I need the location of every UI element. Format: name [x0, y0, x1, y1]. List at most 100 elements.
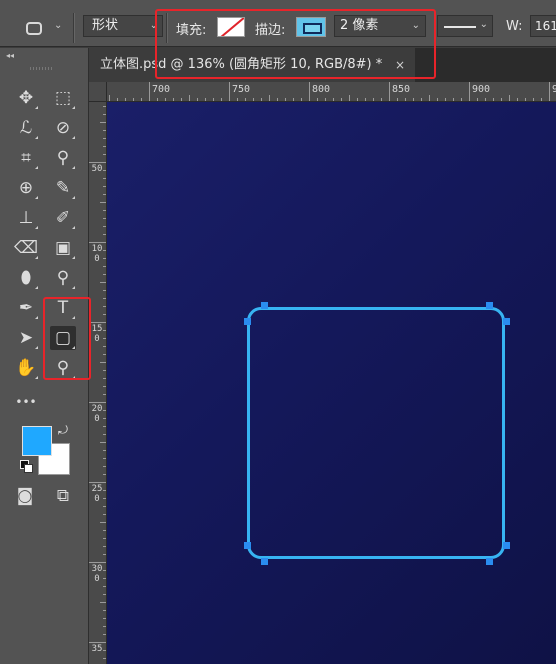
ruler-horizontal[interactable]: 700 750 800 850 900 95: [89, 82, 556, 102]
ruler-label: 700: [152, 84, 171, 95]
gradient-tool-icon[interactable]: ▣: [50, 236, 76, 260]
ruler-tick: [269, 95, 270, 101]
eyedropper-tool-icon[interactable]: ⚲: [50, 146, 76, 170]
ruler-tick: [89, 242, 106, 243]
lasso-tool-icon[interactable]: ℒ: [13, 116, 39, 140]
anchor-point[interactable]: [261, 558, 268, 565]
crop-tool-icon[interactable]: ⌗: [13, 146, 39, 170]
more-options-indicator: [35, 136, 38, 139]
ruler-label: 900: [472, 84, 491, 95]
move-tool-icon[interactable]: ✥: [13, 86, 39, 110]
anchor-point[interactable]: [486, 302, 493, 309]
more-options-indicator: [35, 226, 38, 229]
anchor-point[interactable]: [486, 558, 493, 565]
pen-tool-icon[interactable]: ✒: [13, 296, 39, 320]
hand-tool-icon[interactable]: ✋: [13, 356, 39, 380]
more-options-indicator: [72, 166, 75, 169]
screen-mode-icon[interactable]: ⧉: [50, 484, 76, 508]
anchor-point[interactable]: [503, 542, 510, 549]
ruler-tick: [509, 95, 510, 101]
ruler-tick: [469, 82, 470, 101]
healing-tool-icon[interactable]: ⊕: [13, 176, 39, 200]
ruler-vertical[interactable]: 50 100 150 200 250 300 35: [89, 102, 107, 664]
more-options-indicator: [72, 256, 75, 259]
more-options-indicator: [72, 106, 75, 109]
ruler-tick: [109, 95, 110, 101]
more-options-indicator: [35, 106, 38, 109]
ruler-label: 100: [91, 244, 103, 264]
tool-preset-picker[interactable]: ⌄: [18, 17, 62, 41]
ruler-tick: [100, 362, 106, 363]
ruler-tick: [100, 442, 106, 443]
ruler-tick: [549, 82, 550, 101]
document-canvas[interactable]: [107, 102, 556, 664]
ruler-tick: [229, 82, 230, 101]
ruler-label: 200: [91, 404, 103, 424]
more-options-indicator: [72, 286, 75, 289]
anchor-point[interactable]: [261, 302, 268, 309]
ruler-label: 800: [312, 84, 331, 95]
ruler-tick: [89, 402, 106, 403]
ruler-tick: [309, 82, 310, 101]
highlight-box: [155, 9, 436, 79]
ruler-label: 250: [91, 484, 103, 504]
ruler-tick: [100, 602, 106, 603]
tool-mode-select[interactable]: 形状 ⌄: [83, 15, 163, 37]
more-options-indicator: [72, 226, 75, 229]
ruler-tick: [100, 282, 106, 283]
stroke-type-select[interactable]: ⌄: [437, 15, 493, 37]
path-select-tool-icon[interactable]: ➤: [13, 326, 39, 350]
foreground-color-swatch[interactable]: [22, 426, 52, 456]
swap-colors-icon[interactable]: ⤾: [58, 423, 68, 438]
width-input[interactable]: 161: [530, 15, 556, 37]
chevron-down-icon: ⌄: [479, 19, 488, 30]
blur-tool-icon[interactable]: ⬮: [13, 266, 39, 290]
ruler-label: 150: [91, 324, 103, 344]
more-options-indicator: [35, 316, 38, 319]
ruler-tick: [149, 82, 150, 101]
ruler-tick: [89, 562, 106, 563]
tool-mode-value: 形状: [92, 18, 119, 33]
ruler-tick: [189, 95, 190, 101]
more-tools-icon[interactable]: •••: [13, 390, 39, 414]
ruler-tick: [89, 482, 106, 483]
ruler-label: 300: [91, 564, 103, 584]
ruler-label: 35: [91, 644, 103, 654]
ruler-origin[interactable]: [89, 82, 107, 102]
more-options-indicator: [35, 376, 38, 379]
ruler-tick: [100, 122, 106, 123]
ruler-tick: [349, 95, 350, 101]
history-brush-tool-icon[interactable]: ✐: [50, 206, 76, 230]
quick-mask-icon[interactable]: ◙: [12, 484, 38, 508]
more-options-indicator: [35, 196, 38, 199]
brush-tool-icon[interactable]: ✎: [50, 176, 76, 200]
more-options-indicator: [35, 166, 38, 169]
anchor-point[interactable]: [244, 542, 251, 549]
stamp-tool-icon[interactable]: ⊥: [13, 206, 39, 230]
width-label: W:: [506, 19, 523, 34]
ruler-tick: [100, 202, 106, 203]
more-options-indicator: [35, 256, 38, 259]
ruler-tick: [389, 82, 390, 101]
quick-select-tool-icon[interactable]: ⊘: [50, 116, 76, 140]
default-colors-icon[interactable]: [20, 460, 33, 473]
more-options-indicator: [72, 136, 75, 139]
ruler-tick: [89, 322, 106, 323]
rounded-rectangle-shape[interactable]: [247, 307, 505, 559]
ruler-label: 50: [91, 164, 103, 174]
ruler-label: 750: [232, 84, 251, 95]
divider: [73, 13, 75, 43]
ruler-label: 95: [552, 84, 556, 95]
anchor-point[interactable]: [503, 318, 510, 325]
ruler-tick: [89, 162, 106, 163]
ruler-tick: [429, 95, 430, 101]
anchor-point[interactable]: [244, 318, 251, 325]
chevron-down-icon: ⌄: [54, 20, 63, 31]
dodge-tool-icon[interactable]: ⚲: [50, 266, 76, 290]
marquee-tool-icon[interactable]: ⬚: [50, 86, 76, 110]
more-options-indicator: [72, 196, 75, 199]
eraser-tool-icon[interactable]: ⌫: [13, 236, 39, 260]
ruler-tick: [100, 522, 106, 523]
collapse-icon[interactable]: ◂◂: [6, 51, 14, 60]
panel-grip[interactable]: [30, 67, 54, 70]
